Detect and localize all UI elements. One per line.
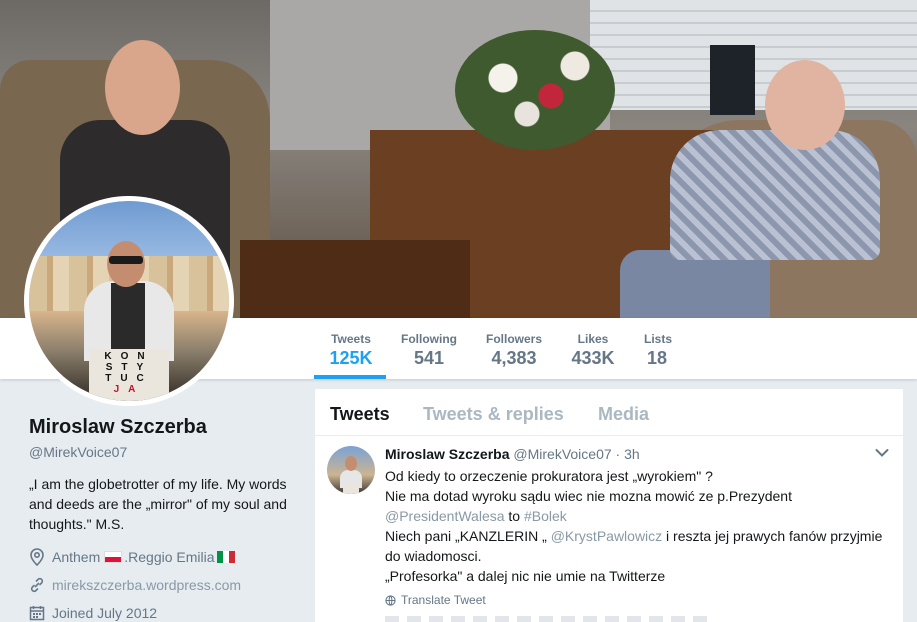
location-pin-icon [30, 548, 44, 566]
stat-likes[interactable]: Likes 433K [571, 332, 615, 369]
tweet-author-handle[interactable]: @MirekVoice07 [513, 446, 611, 462]
active-tab-underline [314, 375, 386, 379]
banner-flowers [455, 30, 615, 150]
tweet-line: Nie ma dotad wyroku sądu wiec nie mozna … [385, 488, 792, 504]
stat-value: 18 [646, 348, 668, 368]
profile-bio: „I am the globetrotter of my life. My wo… [29, 476, 287, 532]
globe-icon [385, 594, 396, 606]
tweet-line: „Profesorka" a dalej nic nie umie na Twi… [385, 568, 666, 584]
mention-link[interactable]: @PresidentWalesa [385, 508, 505, 524]
tweet-avatar[interactable] [327, 446, 375, 494]
profile-joined: Joined July 2012 [29, 605, 157, 621]
timeline: Tweets Tweets & replies Media Miroslaw S… [315, 389, 903, 622]
poland-flag-icon [104, 551, 123, 563]
banner-person-right [620, 60, 880, 318]
tab-tweets[interactable]: Tweets [330, 404, 390, 425]
italy-flag-icon [216, 551, 235, 563]
stat-label: Tweets [331, 332, 371, 346]
profile-website: mirekszczerba.wordpress.com [29, 577, 241, 593]
stat-tweets[interactable]: Tweets 125K [329, 332, 373, 369]
tweet-line: Niech pani „KANZLERIN „ @KrystPawlowicz … [385, 528, 883, 564]
tweet-media-preview [385, 616, 715, 622]
hashtag-link[interactable]: #Bolek [524, 508, 567, 524]
tweet-header: Miroslaw Szczerba @MirekVoice07 · 3h [385, 446, 640, 462]
tab-tweets-replies[interactable]: Tweets & replies [423, 404, 564, 425]
location-city: .Reggio Emilia [124, 549, 215, 565]
tweet-timestamp[interactable]: 3h [624, 446, 640, 462]
stat-followers[interactable]: Followers 4,383 [486, 332, 542, 369]
tweet[interactable]: Miroslaw Szczerba @MirekVoice07 · 3h Od … [315, 436, 903, 622]
stat-following[interactable]: Following 541 [401, 332, 457, 369]
mention-link[interactable]: @KrystPawlowicz [551, 528, 662, 544]
tab-media[interactable]: Media [598, 404, 649, 425]
profile-avatar[interactable]: KON STY TUC JA [24, 196, 234, 406]
banner-table [240, 240, 470, 318]
tweet-author-name[interactable]: Miroslaw Szczerba [385, 446, 510, 462]
tweet-line: @PresidentWalesa to #Bolek [385, 508, 567, 524]
stat-label: Lists [644, 332, 673, 346]
stat-label: Likes [577, 332, 609, 346]
stat-label: Followers [486, 332, 543, 346]
website-link[interactable]: mirekszczerba.wordpress.com [52, 577, 241, 593]
avatar-photo: KON STY TUC JA [29, 201, 229, 401]
stat-lists[interactable]: Lists 18 [644, 332, 673, 369]
location-prefix: Anthem [52, 549, 101, 565]
tweet-text: Od kiedy to orzeczenie prokuratora jest … [385, 466, 895, 586]
translate-label: Translate Tweet [401, 593, 486, 607]
chevron-down-icon[interactable] [875, 448, 889, 458]
stat-value: 433K [571, 348, 615, 368]
profile-handle[interactable]: @MirekVoice07 [29, 444, 127, 460]
tweet-separator: · [615, 446, 621, 462]
timeline-tabs: Tweets Tweets & replies Media [315, 389, 903, 436]
stat-label: Following [401, 332, 457, 346]
profile-location: Anthem .Reggio Emilia [29, 548, 235, 566]
tweet-line: Od kiedy to orzeczenie prokuratora jest … [385, 468, 713, 484]
stat-value: 541 [413, 348, 445, 368]
translate-tweet-button[interactable]: Translate Tweet [385, 593, 486, 607]
profile-name[interactable]: Miroslaw Szczerba [29, 416, 207, 439]
stat-value: 125K [329, 348, 373, 368]
link-icon [30, 577, 44, 593]
stat-value: 4,383 [491, 348, 537, 368]
calendar-icon [29, 606, 45, 621]
joined-date: Joined July 2012 [52, 605, 158, 621]
konstytucja-logo: KON STY TUC JA [89, 349, 169, 401]
